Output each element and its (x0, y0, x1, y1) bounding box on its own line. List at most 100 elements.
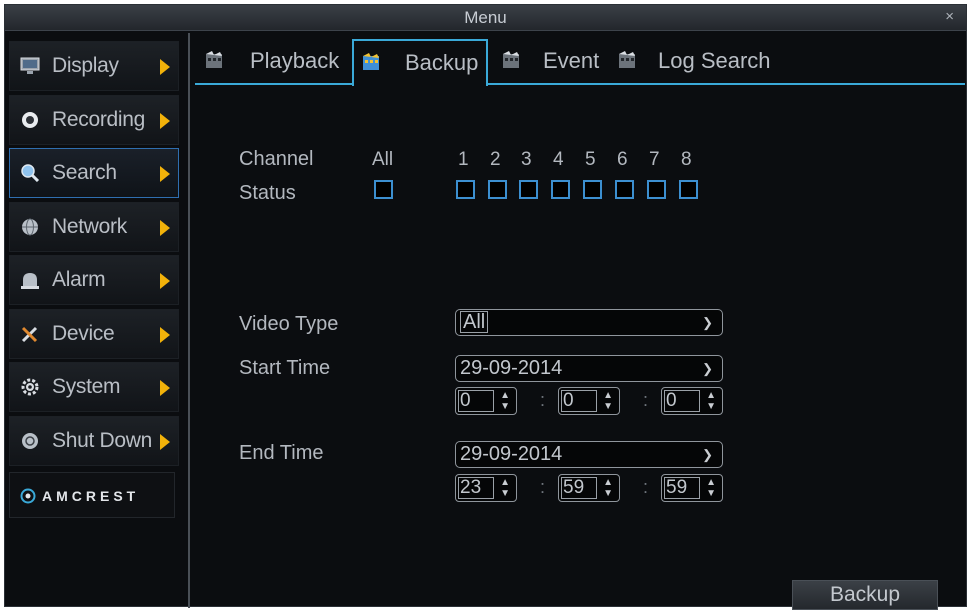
channel-number: 2 (490, 149, 501, 170)
film-icon (619, 51, 635, 68)
brand-logo: AMCREST (9, 472, 175, 518)
channel-5-checkbox[interactable] (583, 180, 602, 199)
time-separator: : (540, 390, 546, 410)
channel-8-checkbox[interactable] (679, 180, 698, 199)
channel-4-checkbox[interactable] (551, 180, 570, 199)
stepper-arrows-icon[interactable]: ▲ ▼ (500, 477, 510, 499)
sidebar-item-shut-down[interactable]: Shut Down (9, 415, 179, 466)
sidebar-item-label: Shut Down (52, 428, 153, 452)
tab-event[interactable]: Event (495, 39, 603, 85)
sidebar-item-label: Device (52, 321, 115, 345)
start-date-select[interactable]: 29-09-2014 ❯ (455, 355, 723, 382)
channel-1-checkbox[interactable] (456, 180, 475, 199)
film-icon (363, 53, 379, 70)
tab-label: Playback (250, 48, 340, 73)
stepper-arrows-icon[interactable]: ▲ ▼ (706, 390, 716, 412)
start-time-label: Start Time (239, 357, 331, 379)
menu-window: Menu × Display Recording Search Network … (4, 4, 967, 610)
chevron-right-icon (160, 273, 170, 289)
divider (188, 33, 190, 608)
stepper-arrows-icon[interactable]: ▲ ▼ (603, 390, 613, 412)
channel-number: 1 (458, 149, 469, 170)
tab-label: Backup (405, 50, 479, 75)
chevron-right-icon (160, 59, 170, 75)
channel-number: 8 (681, 149, 692, 170)
tab-backup[interactable]: Backup (352, 39, 488, 86)
display-icon (20, 57, 40, 74)
all-label: All (372, 149, 394, 170)
film-icon (503, 51, 519, 68)
sidebar-item-label: Search (52, 161, 117, 184)
sidebar-item-device[interactable]: Device (9, 308, 179, 359)
channel-number: 6 (617, 149, 628, 170)
chevron-down-icon: ❯ (702, 361, 713, 376)
sidebar: Display Recording Search Network Alarm D… (9, 41, 179, 469)
chevron-right-icon (160, 380, 170, 396)
power-icon (22, 432, 38, 449)
sidebar-item-system[interactable]: System (9, 362, 179, 412)
end-hour-value: 23 (458, 477, 494, 499)
stepper-arrows-icon[interactable]: ▲ ▼ (603, 477, 613, 499)
time-separator: : (643, 390, 649, 410)
start-hour-stepper[interactable]: 0 ▲ ▼ (455, 387, 517, 415)
time-separator: : (540, 477, 546, 497)
chevron-right-icon (160, 219, 170, 236)
sidebar-item-label: Display (52, 54, 119, 77)
channel-all-checkbox[interactable] (374, 180, 393, 199)
device-icon (21, 326, 38, 342)
end-minute-stepper[interactable]: 59 ▲ ▼ (558, 474, 620, 502)
record-icon (22, 111, 38, 128)
end-date-select[interactable]: 29-09-2014 ❯ (455, 441, 723, 468)
end-time-label: End Time (239, 442, 324, 464)
gear-icon (21, 378, 39, 396)
start-hour-value: 0 (458, 390, 494, 412)
tab-log-search[interactable]: Log Search (613, 39, 783, 85)
sidebar-item-search[interactable]: Search (9, 148, 179, 198)
search-icon (21, 164, 40, 182)
sidebar-item-display[interactable]: Display (9, 41, 179, 91)
channel-6-checkbox[interactable] (615, 180, 634, 199)
close-icon[interactable]: × (945, 8, 954, 25)
chevron-down-icon: ❯ (702, 315, 713, 330)
amcrest-logo-icon (20, 488, 36, 504)
backup-button[interactable]: Backup (792, 580, 938, 610)
film-icon (206, 51, 222, 68)
tab-label: Log Search (658, 48, 771, 73)
tab-label: Event (543, 48, 600, 73)
end-minute-value: 59 (561, 477, 597, 499)
start-second-stepper[interactable]: 0 ▲ ▼ (661, 387, 723, 415)
stepper-arrows-icon[interactable]: ▲ ▼ (706, 477, 716, 499)
start-minute-stepper[interactable]: 0 ▲ ▼ (558, 387, 620, 415)
tab-playback[interactable]: Playback (195, 39, 345, 85)
channel-number: 7 (649, 149, 660, 170)
channel-label: Channel (239, 148, 314, 170)
channel-2-checkbox[interactable] (488, 180, 507, 199)
start-minute-value: 0 (561, 390, 597, 412)
sidebar-item-alarm[interactable]: Alarm (9, 255, 179, 305)
video-type-select[interactable]: All ❯ (455, 309, 723, 336)
sidebar-item-label: System (52, 375, 121, 398)
channel-number: 3 (521, 149, 532, 170)
chevron-right-icon (160, 166, 170, 182)
sidebar-item-network[interactable]: Network (9, 201, 179, 252)
stepper-arrows-icon[interactable]: ▲ ▼ (500, 390, 510, 412)
end-date-value: 29-09-2014 (460, 443, 563, 465)
channel-3-checkbox[interactable] (519, 180, 538, 199)
chevron-right-icon (160, 112, 170, 129)
end-second-stepper[interactable]: 59 ▲ ▼ (661, 474, 723, 502)
end-hour-stepper[interactable]: 23 ▲ ▼ (455, 474, 517, 502)
alarm-icon (21, 273, 39, 289)
video-type-value: All (460, 311, 489, 333)
sidebar-item-label: Recording (52, 107, 146, 131)
chevron-down-icon: ❯ (702, 447, 713, 462)
window-title: Menu (464, 8, 507, 27)
channel-number: 4 (553, 149, 564, 170)
status-label: Status (239, 182, 296, 204)
channel-7-checkbox[interactable] (647, 180, 666, 199)
start-second-value: 0 (664, 390, 700, 412)
video-type-label: Video Type (239, 313, 339, 335)
network-icon (22, 218, 38, 235)
sidebar-item-recording[interactable]: Recording (9, 94, 179, 145)
channel-number: 5 (585, 149, 596, 170)
brand-name: AMCREST (42, 488, 140, 504)
